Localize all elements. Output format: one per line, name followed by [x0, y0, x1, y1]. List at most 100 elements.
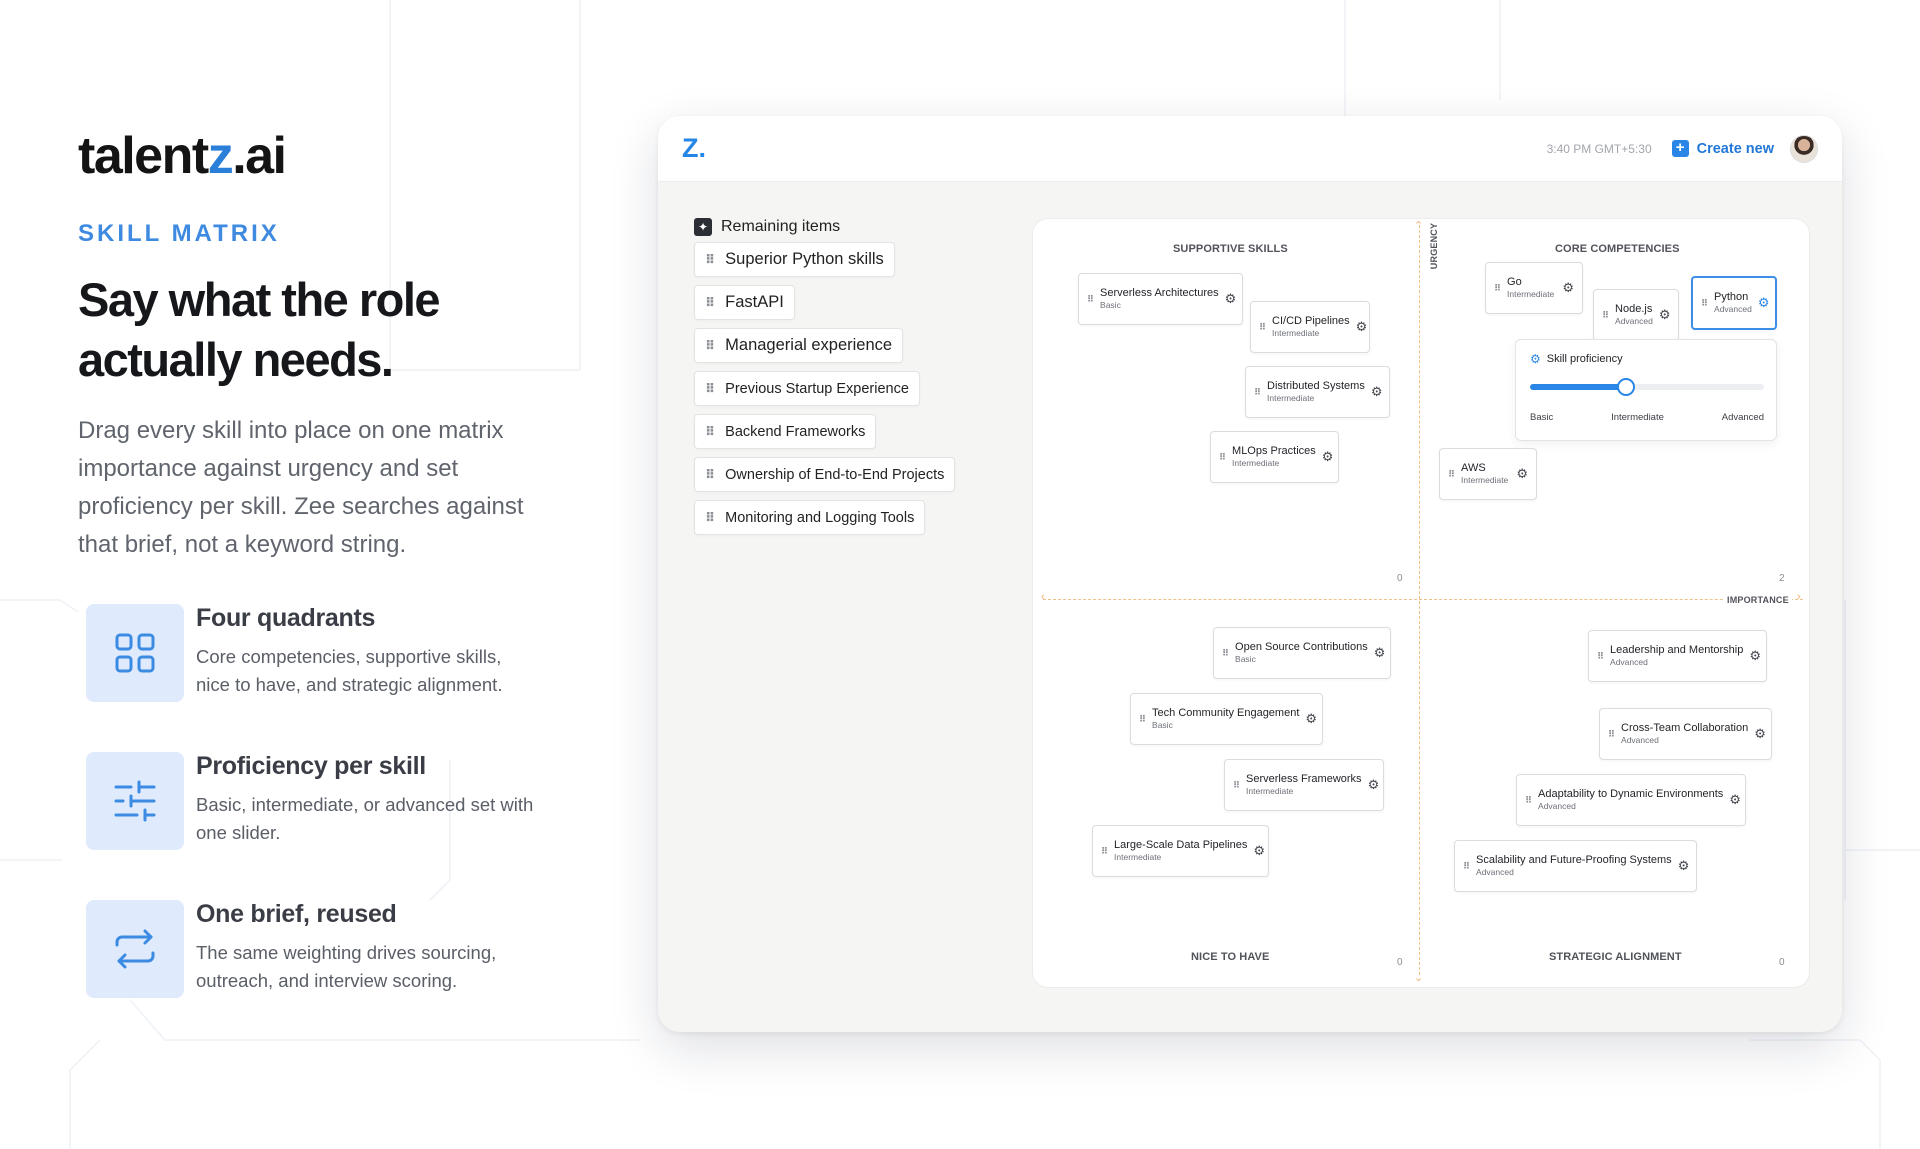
gear-icon[interactable]: ⚙: [1253, 843, 1265, 859]
skill-card[interactable]: ⠿ Tech Community Engagement Basic ⚙: [1130, 693, 1323, 745]
skill-card-level: Intermediate: [1114, 852, 1162, 862]
drag-handle-icon[interactable]: ⠿: [705, 467, 715, 483]
quadrant-count-core: 2: [1779, 573, 1785, 584]
skill-chip[interactable]: ⠿ FastAPI: [694, 285, 795, 320]
app-logo[interactable]: Z.: [682, 133, 706, 164]
drag-handle-icon[interactable]: ⠿: [1602, 310, 1609, 321]
skill-card[interactable]: ⠿ Go Intermediate ⚙: [1485, 262, 1583, 314]
sliders-icon: [86, 752, 184, 850]
gear-icon[interactable]: ⚙: [1754, 726, 1766, 742]
drag-handle-icon[interactable]: ⠿: [1254, 387, 1261, 398]
drag-handle-icon[interactable]: ⠿: [1259, 322, 1266, 333]
skill-card-name: Python: [1714, 291, 1749, 303]
drag-handle-icon[interactable]: ⠿: [1222, 648, 1229, 659]
drag-handle-icon[interactable]: ⠿: [705, 338, 715, 354]
proficiency-title-label: Skill proficiency: [1546, 353, 1623, 365]
feature-list: Four quadrants Core competencies, suppor…: [78, 604, 578, 1048]
gear-icon[interactable]: ⚙: [1322, 449, 1334, 465]
section-eyebrow: SKILL MATRIX: [78, 220, 280, 247]
skill-card[interactable]: ⠿ MLOps Practices Intermediate ⚙: [1210, 431, 1339, 483]
skill-card-name: Distributed Systems: [1267, 380, 1365, 392]
gear-icon[interactable]: ⚙: [1368, 777, 1380, 793]
drag-handle-icon[interactable]: ⠿: [1101, 846, 1108, 857]
skill-card[interactable]: ⠿ Distributed Systems Intermediate ⚙: [1245, 366, 1390, 418]
drag-handle-icon[interactable]: ⠿: [1701, 298, 1708, 309]
skill-card[interactable]: ⠿ Adaptability to Dynamic Environments Ad…: [1516, 774, 1746, 826]
skill-card[interactable]: ⠿ Cross-Team Collaboration Advanced ⚙: [1599, 708, 1772, 760]
gear-icon[interactable]: ⚙: [1758, 295, 1770, 311]
skill-card[interactable]: ⠿ Open Source Contributions Basic ⚙: [1213, 627, 1391, 679]
skill-card[interactable]: ⠿ AWS Intermediate ⚙: [1439, 448, 1537, 500]
gear-icon[interactable]: ⚙: [1374, 645, 1386, 661]
drag-handle-icon[interactable]: ⠿: [1608, 729, 1615, 740]
quadrant-count-strategic: 0: [1779, 957, 1785, 968]
skill-card-level: Advanced: [1538, 801, 1576, 811]
drag-handle-icon[interactable]: ⠿: [705, 295, 715, 311]
arrow-up-icon: ⌃: [1414, 220, 1424, 232]
gear-icon[interactable]: ⚙: [1678, 858, 1690, 874]
time-display: 3:40 PM GMT+5:30: [1546, 141, 1652, 156]
gear-icon[interactable]: ⚙: [1729, 792, 1741, 808]
gear-icon[interactable]: ⚙: [1659, 307, 1671, 323]
skill-card[interactable]: ⠿ Scalability and Future-Proofing System…: [1454, 840, 1697, 892]
avatar[interactable]: [1790, 134, 1818, 163]
skill-card[interactable]: ⠿ Serverless Architectures Basic ⚙: [1078, 273, 1243, 325]
feature-item: Proficiency per skill Basic, intermediat…: [78, 752, 578, 900]
lead-paragraph: Drag every skill into place on one matri…: [78, 417, 524, 558]
urgency-axis: [1419, 225, 1420, 975]
skill-chip-label: Superior Python skills: [725, 250, 884, 268]
gear-icon[interactable]: ⚙: [1516, 466, 1528, 482]
drag-handle-icon[interactable]: ⠿: [1597, 651, 1604, 662]
proficiency-slider[interactable]: [1530, 378, 1764, 396]
importance-axis: [1043, 599, 1803, 600]
drag-handle-icon[interactable]: ⠿: [705, 510, 715, 526]
gear-icon[interactable]: ⚙: [1371, 384, 1383, 400]
skill-chip[interactable]: ⠿ Previous Startup Experience: [694, 371, 920, 406]
skill-chip[interactable]: ⠿ Ownership of End-to-End Projects: [694, 457, 956, 492]
drag-handle-icon[interactable]: ⠿: [1233, 780, 1240, 791]
skill-card-name: Open Source Contributions: [1235, 641, 1368, 653]
drag-handle-icon[interactable]: ⠿: [1139, 714, 1146, 725]
drag-handle-icon[interactable]: ⠿: [1448, 469, 1455, 480]
skill-card-selected[interactable]: ⠿ Python Advanced ⚙: [1691, 276, 1777, 330]
remaining-items-panel: ✦ Remaining items ⠿ Superior Python skill…: [694, 218, 974, 543]
skill-chip[interactable]: ⠿ Monitoring and Logging Tools: [694, 500, 926, 535]
skill-card[interactable]: ⠿ Large-Scale Data Pipelines Intermediate…: [1092, 825, 1269, 877]
skill-chip-label: Backend Frameworks: [725, 423, 866, 440]
skill-chip[interactable]: ⠿ Managerial experience: [694, 328, 904, 363]
skill-card[interactable]: ⠿ Leadership and Mentorship Advanced ⚙: [1588, 630, 1767, 682]
gear-icon: ⚙: [1530, 352, 1541, 366]
drag-handle-icon[interactable]: ⠿: [705, 424, 715, 440]
gear-icon[interactable]: ⚙: [1305, 711, 1317, 727]
gear-icon[interactable]: ⚙: [1562, 280, 1574, 296]
skill-chip[interactable]: ⠿ Backend Frameworks: [694, 414, 877, 449]
skill-card[interactable]: ⠿ CI/CD Pipelines Intermediate ⚙: [1250, 301, 1370, 353]
drag-handle-icon[interactable]: ⠿: [1087, 294, 1094, 305]
skill-card-level: Advanced: [1714, 304, 1752, 314]
drag-handle-icon[interactable]: ⠿: [1463, 861, 1470, 872]
importance-axis-label: IMPORTANCE: [1724, 595, 1792, 605]
skill-card[interactable]: ⠿ Serverless Frameworks Intermediate ⚙: [1224, 759, 1384, 811]
remaining-items-list: ⠿ Superior Python skills ⠿ FastAPI ⠿ Manage…: [694, 242, 974, 543]
skill-card-name: Cross-Team Collaboration: [1621, 722, 1749, 734]
skill-matrix: ⌃ ⌄ ‹ › URGENCY IMPORTANCE SUPPORTIVE SK…: [1032, 218, 1810, 988]
skill-chip[interactable]: ⠿ Superior Python skills: [694, 242, 895, 277]
drag-handle-icon[interactable]: ⠿: [1494, 283, 1501, 294]
slider-thumb[interactable]: [1616, 378, 1635, 396]
sparkle-icon: ✦: [694, 218, 712, 236]
gear-icon[interactable]: ⚙: [1225, 291, 1237, 307]
gear-icon[interactable]: ⚙: [1356, 319, 1368, 335]
create-new-button[interactable]: + Create new: [1671, 140, 1774, 157]
skill-card-level: Basic: [1152, 720, 1173, 730]
drag-handle-icon[interactable]: ⠿: [1219, 452, 1226, 463]
quadrant-count-supportive: 0: [1397, 573, 1403, 584]
gear-icon[interactable]: ⚙: [1749, 648, 1761, 664]
grid-icon: [86, 604, 184, 702]
app-topbar: Z. 3:40 PM GMT+5:30 + Create new: [658, 116, 1842, 182]
drag-handle-icon[interactable]: ⠿: [705, 252, 715, 268]
drag-handle-icon[interactable]: ⠿: [705, 381, 715, 397]
skill-card[interactable]: ⠿ Node.js Advanced ⚙: [1593, 289, 1679, 341]
skill-card-name: MLOps Practices: [1232, 445, 1316, 457]
quadrant-count-nice: 0: [1397, 957, 1403, 968]
drag-handle-icon[interactable]: ⠿: [1525, 795, 1532, 806]
